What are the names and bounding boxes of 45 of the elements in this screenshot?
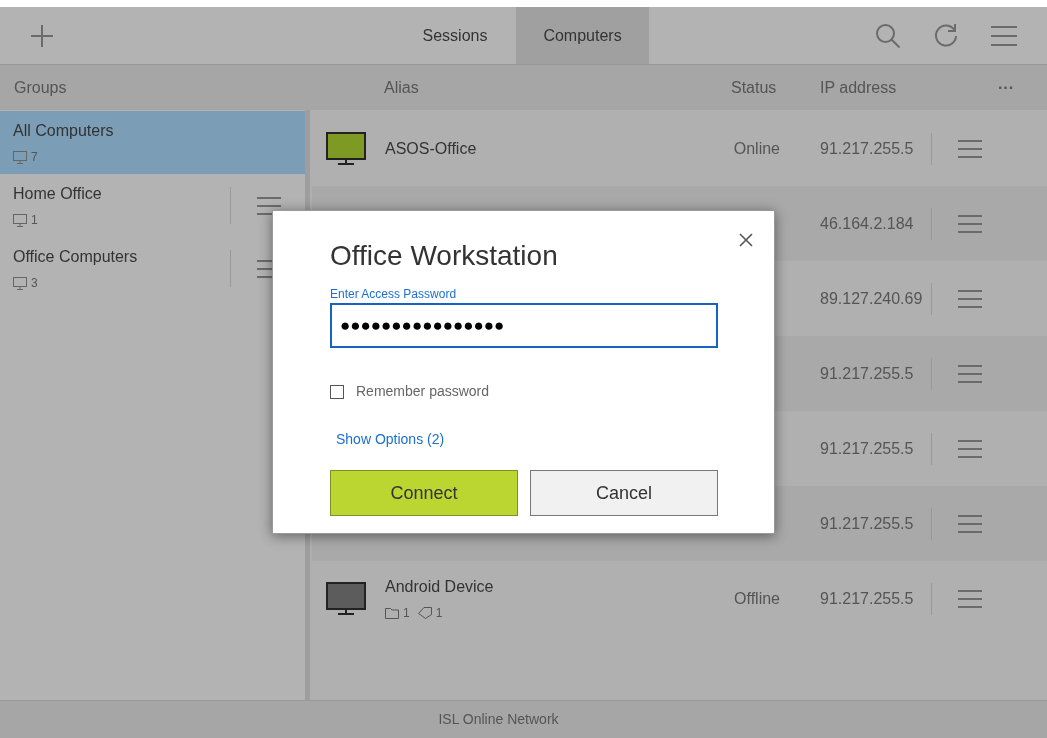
group-item[interactable]: Home Office 1	[0, 174, 305, 237]
column-header: Alias	[384, 78, 419, 96]
ip-address: 91.217.255.5	[820, 589, 914, 607]
ip-address: 91.217.255.5	[820, 514, 914, 532]
tab[interactable]: Sessions	[394, 7, 516, 64]
group-name: Home Office	[13, 184, 103, 204]
search-icon[interactable]	[875, 22, 901, 49]
column-header: IP address	[820, 78, 897, 96]
group-name: All Computers	[13, 121, 115, 141]
computer-count: 1	[31, 212, 38, 229]
computer-count: 3	[31, 275, 38, 292]
checkbox-label: Remember password	[356, 382, 490, 401]
monitor-icon	[13, 276, 27, 290]
add-icon[interactable]	[30, 23, 54, 48]
status-text: Online	[733, 139, 780, 157]
password-field[interactable]: ●●●●●●●●●●●●●●●●	[330, 303, 718, 348]
status-bar-text: ISL Online Network	[438, 710, 559, 729]
status-text: Offline	[734, 589, 780, 607]
computer-name: ASOS-Office	[385, 138, 478, 159]
ip-address: 91.217.255.5	[820, 364, 914, 382]
computer-count: 7	[31, 149, 38, 166]
column-header: Status	[731, 78, 777, 96]
field-label: Enter Access Password	[330, 286, 457, 303]
show-options-link[interactable]: Show Options (2)	[336, 429, 445, 450]
tag-count: 1	[435, 605, 443, 622]
ip-address: 89.127.240.69	[820, 289, 923, 307]
checkbox[interactable]	[330, 384, 344, 399]
monitor-icon	[13, 150, 27, 164]
folder-count: 1	[403, 605, 410, 622]
monitor-icon	[13, 213, 27, 227]
group-name: Office Computers	[13, 247, 139, 267]
connect-button[interactable]: Connect	[330, 470, 518, 516]
refresh-icon[interactable]	[933, 22, 959, 49]
tab[interactable]: Computers	[516, 7, 649, 64]
tag-icon	[417, 607, 432, 619]
ip-address: 91.217.255.5	[820, 139, 914, 157]
close-icon[interactable]	[739, 233, 753, 247]
folder-icon	[385, 607, 399, 619]
ip-address: 46.164.2.184	[820, 214, 914, 232]
ip-address: 91.217.255.5	[820, 439, 914, 457]
computer-name: Android Device	[385, 577, 495, 597]
cancel-button[interactable]: Cancel	[530, 470, 718, 516]
dialog-title: Office Workstation	[330, 239, 558, 273]
group-item[interactable]: All Computers 7	[0, 111, 305, 174]
column-header: Groups	[14, 78, 67, 96]
